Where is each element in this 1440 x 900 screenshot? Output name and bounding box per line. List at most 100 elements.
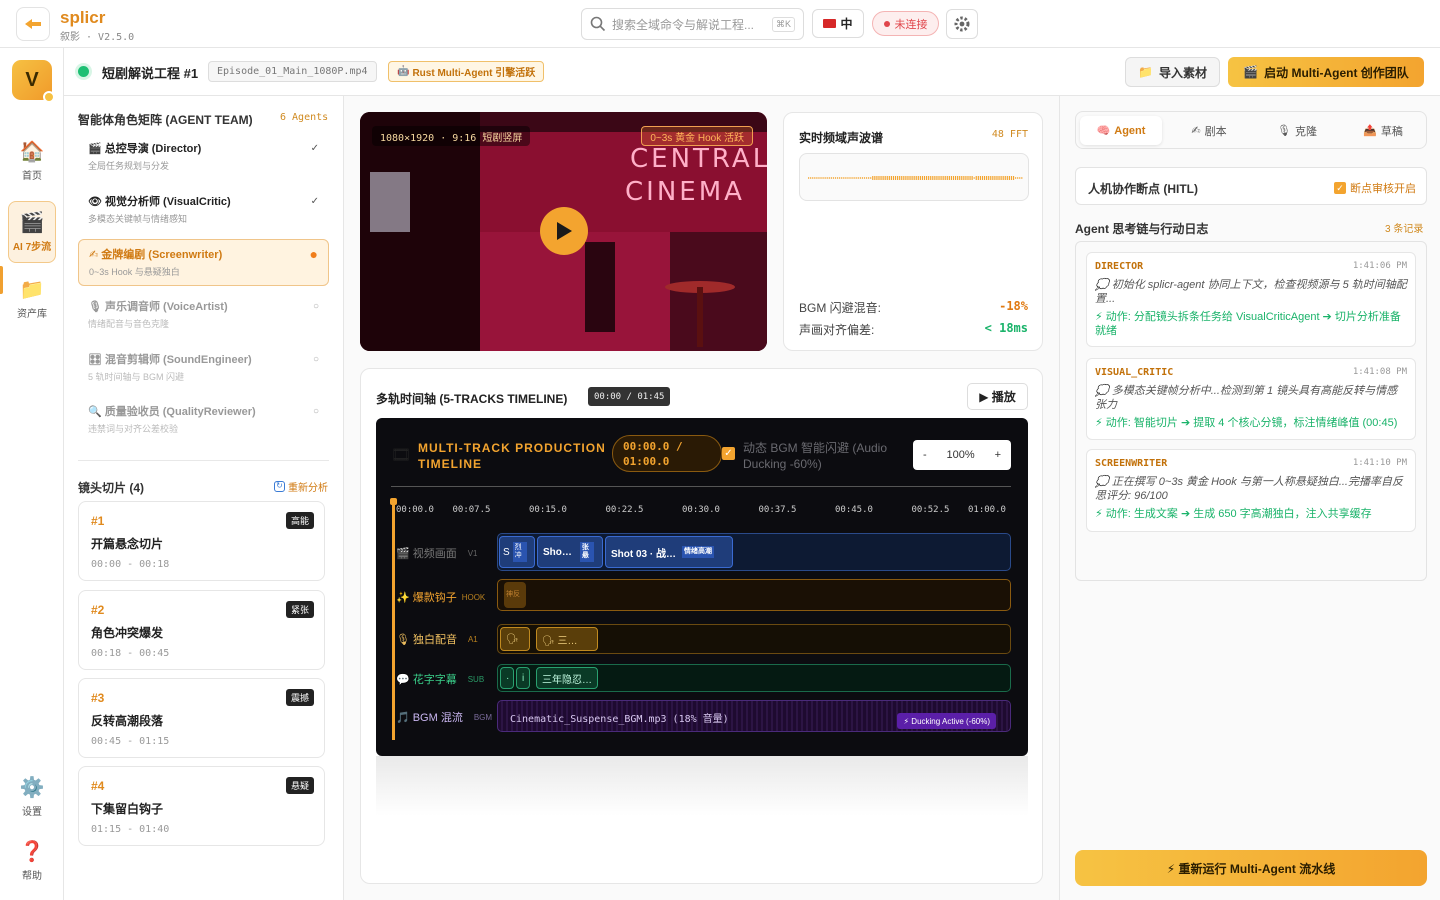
reanalyze-button[interactable]: ↻ 重新分析	[274, 479, 328, 494]
wave-bar	[1010, 176, 1013, 180]
log-entry[interactable]: SCREENWRITER 1:41:10 PM 💭 正在撰写 0~3s 黄金 H…	[1086, 449, 1416, 532]
shot-tag: 高能	[285, 512, 314, 529]
sidebar-item-help[interactable]: ❓ 帮助	[8, 832, 56, 890]
wave-bar	[907, 176, 909, 180]
logo[interactable]	[16, 7, 50, 41]
log-action: ⚡ 动作: 智能切片 ➔ 提取 4 个核心分镜，标注情绪峰值 (00:45)	[1095, 417, 1398, 429]
playhead-handle[interactable]	[390, 498, 397, 505]
log-thought: 💭 初始化 splicr-agent 协同上下文，检查视频源与 5 轨时间轴配置…	[1095, 279, 1407, 305]
video-clip[interactable]: Sho… 张悬	[537, 536, 603, 568]
subtitle-clip[interactable]: ·	[500, 667, 514, 689]
track-lane-bgm[interactable]: Cinematic_Suspense_BGM.mp3 (18% 音量) ⚡ Du…	[497, 700, 1011, 732]
launch-team-button[interactable]: 🎬 启动 Multi-Agent 创作团队	[1228, 57, 1424, 87]
sidebar-item-ai-flow[interactable]: 🎬 AI 7步流	[8, 201, 56, 263]
track-name: 视频画面	[412, 548, 457, 560]
wave-bar	[855, 177, 857, 179]
right-panel: 🧠 Agent ✍ 剧本 🎙 克隆 📤 草稿 人机协作断点 (HITL) ✓ 断点审核开启…	[1059, 96, 1440, 900]
zoom-out-button[interactable]: -	[923, 449, 927, 461]
track-lane-voice[interactable]: 🗣 🗣 三…	[497, 624, 1011, 654]
track-lane-hook[interactable]: 神反	[497, 579, 1011, 611]
tab-clone[interactable]: 🎙 克隆	[1256, 116, 1338, 145]
ducking-checkbox[interactable]: ✓	[722, 447, 735, 460]
search-input[interactable]: 搜索全域命令与解说工程... ⌘K	[581, 8, 804, 40]
language-switch[interactable]: 中	[812, 9, 864, 38]
pen-icon: ✍	[1191, 125, 1201, 137]
shot-tag: 震撼	[285, 689, 314, 706]
wave-bar	[988, 176, 990, 180]
wave-bar	[913, 176, 915, 180]
hook-chip: 0~3s 黄金 Hook 活跃	[641, 126, 753, 146]
agent-name: 质量验收员 (QualityReviewer)	[104, 406, 256, 418]
shot-card[interactable]: #3 反转高潮段落 00:45 - 01:15 震撼	[78, 678, 325, 758]
wave-bar	[814, 177, 816, 179]
avatar[interactable]: V	[12, 60, 55, 103]
engine-status-chip: 🤖 Rust Multi-Agent 引擎活跃	[388, 61, 545, 82]
shot-tag: 悬疑	[285, 777, 314, 794]
track-lane-video[interactable]: S 烈冲 Sho… 张悬 Shot 03 · 战… 情绪高潮	[497, 533, 1011, 571]
tab-script[interactable]: ✍ 剧本	[1168, 116, 1250, 145]
sidebar-item-home[interactable]: 🏠 首页	[8, 132, 56, 190]
agent-name: 金牌编剧 (Screenwriter)	[101, 249, 223, 261]
tab-label: 剧本	[1204, 125, 1227, 138]
agent-card-qualityreviewer[interactable]: 🔍 质量验收员 (QualityReviewer) 违禁词与对齐公差校验 ○	[78, 397, 329, 442]
subtitle-clip[interactable]: i	[516, 667, 530, 689]
refresh-icon: ↻	[274, 481, 285, 492]
shot-card[interactable]: #4 下集留白钩子 01:15 - 01:40 悬疑	[78, 766, 325, 846]
video-clip[interactable]: S 烈冲	[499, 536, 535, 568]
shot-card[interactable]: #2 角色冲突爆发 00:18 - 00:45 紧张	[78, 590, 325, 670]
sidebar-item-assets[interactable]: 📁 资产库	[8, 270, 56, 328]
track-code: HOOK	[461, 592, 486, 602]
shot-card[interactable]: #1 开篇悬念切片 00:00 - 00:18 高能	[78, 501, 325, 581]
agent-card-voiceartist[interactable]: 🎙 声乐调音师 (VoiceArtist) 情绪配音与音色克隆 ○	[78, 292, 329, 337]
wave-bar	[996, 176, 998, 180]
rerun-pipeline-button[interactable]: ⚡ 重新运行 Multi-Agent 流水线	[1075, 850, 1427, 886]
tab-agent[interactable]: 🧠 Agent	[1080, 116, 1162, 145]
import-button[interactable]: 📁 导入素材	[1125, 57, 1220, 87]
log-entry[interactable]: DIRECTOR 1:41:06 PM 💭 初始化 splicr-agent 协…	[1086, 252, 1416, 347]
zoom-in-button[interactable]: +	[995, 449, 1001, 461]
track-lane-subtitle[interactable]: · i 三年隐忍…	[497, 664, 1011, 692]
settings-button[interactable]	[946, 9, 978, 39]
video-play-button[interactable]	[540, 207, 588, 255]
wave-bar	[973, 177, 975, 179]
wave-bar	[1012, 176, 1015, 180]
search-shortcut: ⌘K	[771, 16, 795, 32]
agent-card-director[interactable]: 🎬 总控导演 (Director) 全局任务规划与分发 ✓	[78, 134, 329, 179]
connection-label: 未连接	[894, 18, 928, 31]
voice-clip[interactable]: 🗣	[500, 627, 530, 651]
subtitle-clip[interactable]: 三年隐忍…	[536, 667, 598, 689]
log-entry[interactable]: VISUAL_CRITIC 1:41:08 PM 💭 多模态关键帧分析中...检…	[1086, 358, 1416, 440]
sidebar-item-settings[interactable]: ⚙️ 设置	[8, 768, 56, 826]
voice-clip[interactable]: 🗣 三…	[536, 627, 598, 651]
connection-status[interactable]: 未连接	[872, 11, 939, 36]
hook-clip[interactable]: 神反	[504, 582, 526, 608]
agent-card-soundengineer[interactable]: 🎛 混音剪辑师 (SoundEngineer) 5 轨时间轴与 BGM 闪避 ○	[78, 345, 329, 390]
log-thought: 💭 正在撰写 0~3s 黄金 Hook 与第一人称悬疑独白...完播率自反思评分…	[1095, 476, 1403, 502]
wave-bar	[892, 176, 895, 180]
shot-number: #1	[91, 514, 105, 528]
shot-time: 00:45 - 01:15	[91, 736, 170, 747]
shot-title: 角色冲突爆发	[91, 626, 164, 640]
hitl-checkbox[interactable]: ✓ 断点审核开启	[1334, 180, 1416, 196]
tab-draft[interactable]: 📤 草稿	[1342, 116, 1424, 145]
agent-desc: 多模态关键帧与情绪感知	[88, 214, 188, 224]
language-label: 中	[840, 17, 853, 31]
timeline-play-button[interactable]: ▶ 播放	[967, 383, 1028, 410]
log-count: 3 条记录	[1385, 224, 1424, 235]
agent-desc: 5 轨时间轴与 BGM 闪避	[88, 372, 185, 382]
agent-card-screenwriter[interactable]: ✍ 金牌编剧 (Screenwriter) 0~3s Hook 与悬疑独白 ●	[78, 239, 329, 286]
sidebar: V 🏠 首页 🎬 AI 7步流 📁 资产库 ⚙️ 设置 ❓ 帮助	[0, 48, 64, 900]
wave-bar	[938, 176, 940, 180]
wave-bar	[863, 177, 866, 179]
wave-bar	[822, 177, 824, 179]
agent-card-visualcritic[interactable]: 👁 视觉分析师 (VisualCritic) 多模态关键帧与情绪感知 ✓	[78, 187, 329, 232]
hitl-check-label: 断点审核开启	[1350, 183, 1416, 195]
timeline-time-chip: 00:00 / 01:45	[588, 387, 671, 406]
log-list: DIRECTOR 1:41:06 PM 💭 初始化 splicr-agent 协…	[1075, 241, 1427, 581]
video-preview[interactable]: CENTRAL CINEMA 1080×1920 · 9:16 短剧竖屏 0~3…	[360, 112, 767, 351]
file-chip[interactable]: Episode_01_Main_1080P.mp4	[208, 61, 377, 82]
video-clip[interactable]: Shot 03 · 战… 情绪高潮	[605, 536, 733, 568]
track-label-video: 🎬 视频画面 V1	[396, 545, 478, 561]
playhead[interactable]	[392, 499, 395, 740]
wave-bar	[884, 176, 886, 180]
